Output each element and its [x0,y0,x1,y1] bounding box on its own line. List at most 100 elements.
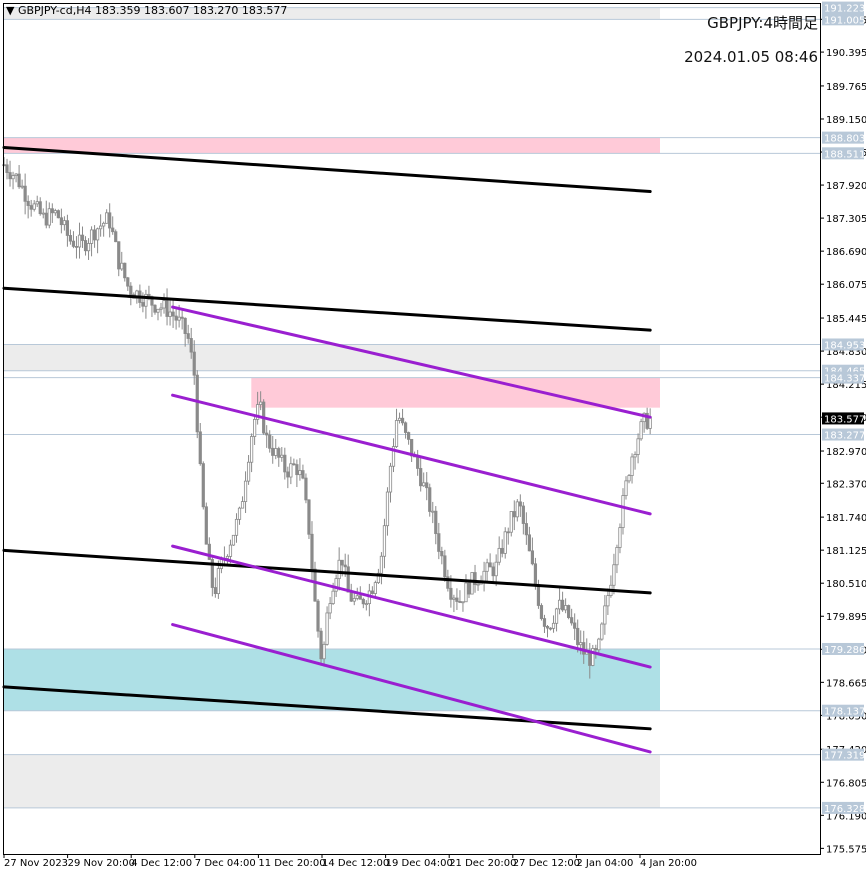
candle-body [313,568,317,602]
candle-body [17,173,21,188]
candle-body [168,311,172,317]
candle-body [500,547,504,554]
candle-body [428,487,432,512]
candle-body [633,454,637,458]
level-label: 179.286 [824,645,865,656]
candle-body [624,480,628,496]
candle-body [123,262,127,279]
candle-body [349,591,353,602]
level-label: 177.319 [824,751,865,762]
candle-body [189,338,193,353]
zone-2 [4,344,660,371]
candle-body [23,185,27,202]
candle-body [615,547,619,566]
candle-body [268,434,272,449]
candle-body [551,622,556,629]
candle-body [588,651,592,666]
x-tick-label: 7 Dec 04:00 [195,858,256,869]
x-tick-label: 14 Dec 12:00 [322,858,389,869]
symbol-header: ▼ GBPJPY-cd,H4 183.359 183.607 183.270 1… [6,4,288,17]
candle-body [470,572,474,595]
candle-body [533,563,538,586]
level-label: 188.803 [824,134,865,145]
candle-body [557,599,562,610]
candle-body [29,205,33,210]
candle-body [5,164,9,173]
candle-body [554,608,559,624]
candle-body [582,642,586,655]
candle-body [536,584,541,606]
candle-body [503,531,507,554]
candle-body [99,225,103,230]
candle-body [126,277,130,287]
candle-body [32,203,36,210]
candle-body [485,562,489,572]
candle-body [343,564,347,568]
candle-body [228,544,233,557]
trend-line-1 [2,286,652,332]
candle-body [298,470,302,476]
y-tick-label: 176.805 [826,778,866,789]
candle-body [521,505,525,524]
candle-body [594,648,598,651]
candle-body [117,241,121,270]
candle-body [425,482,429,489]
candle-body [141,302,145,307]
candle-body [328,603,332,614]
y-tick-label: 179.895 [826,612,866,623]
candle-body [47,208,51,226]
candle-body [249,436,254,463]
time-axis: 27 Nov 2023 29 Nov 20:004 Dec 12:00 7 Dec … [3,854,697,869]
candle-body [325,612,329,645]
candle-body [340,559,344,566]
candle-body [174,315,178,321]
candle-body [265,432,269,436]
candle-body [322,643,326,660]
level-label: 176.328 [824,804,865,815]
candle-body [639,421,643,440]
candle-body [162,300,166,309]
candle-body [364,603,368,606]
candle-body [159,307,163,310]
zone-5 [4,754,660,808]
candle-body [274,448,278,456]
candle-body [337,559,341,580]
candle-body [243,480,248,502]
candle-body [600,623,604,640]
candle-body [286,471,290,478]
candle-body [153,304,157,313]
candle-body [280,454,284,458]
candle-body [443,555,447,578]
candle-body [225,556,230,559]
candle-body [488,562,492,568]
candle-body [506,531,510,534]
candle-body [246,461,251,482]
candle-body [316,600,320,632]
candle-body [440,551,444,557]
y-tick-label: 180.510 [826,579,866,590]
y-tick-label: 190.395 [826,48,866,59]
candle-body [77,234,82,248]
candle-body [11,175,15,180]
candle-body [334,578,338,592]
candle-body [358,595,362,600]
candle-body [271,447,275,456]
candle-body [74,245,79,248]
candle-body [14,173,18,177]
y-tick-label: 189.765 [826,82,866,93]
candle-body [240,501,245,509]
candle-body [111,227,115,233]
candle-body [560,599,565,611]
y-tick-label: 186.075 [826,280,866,291]
zone-4 [4,648,660,711]
candle-body [382,525,387,557]
level-label: 188.511 [824,149,865,160]
candle-body [180,316,184,319]
y-tick-label: 187.305 [826,214,866,225]
candle-body [108,212,112,229]
candle-body [53,210,57,214]
candle-body [307,499,311,535]
candle-body [346,566,350,593]
candle-body [467,582,471,595]
candle-body [627,475,631,482]
